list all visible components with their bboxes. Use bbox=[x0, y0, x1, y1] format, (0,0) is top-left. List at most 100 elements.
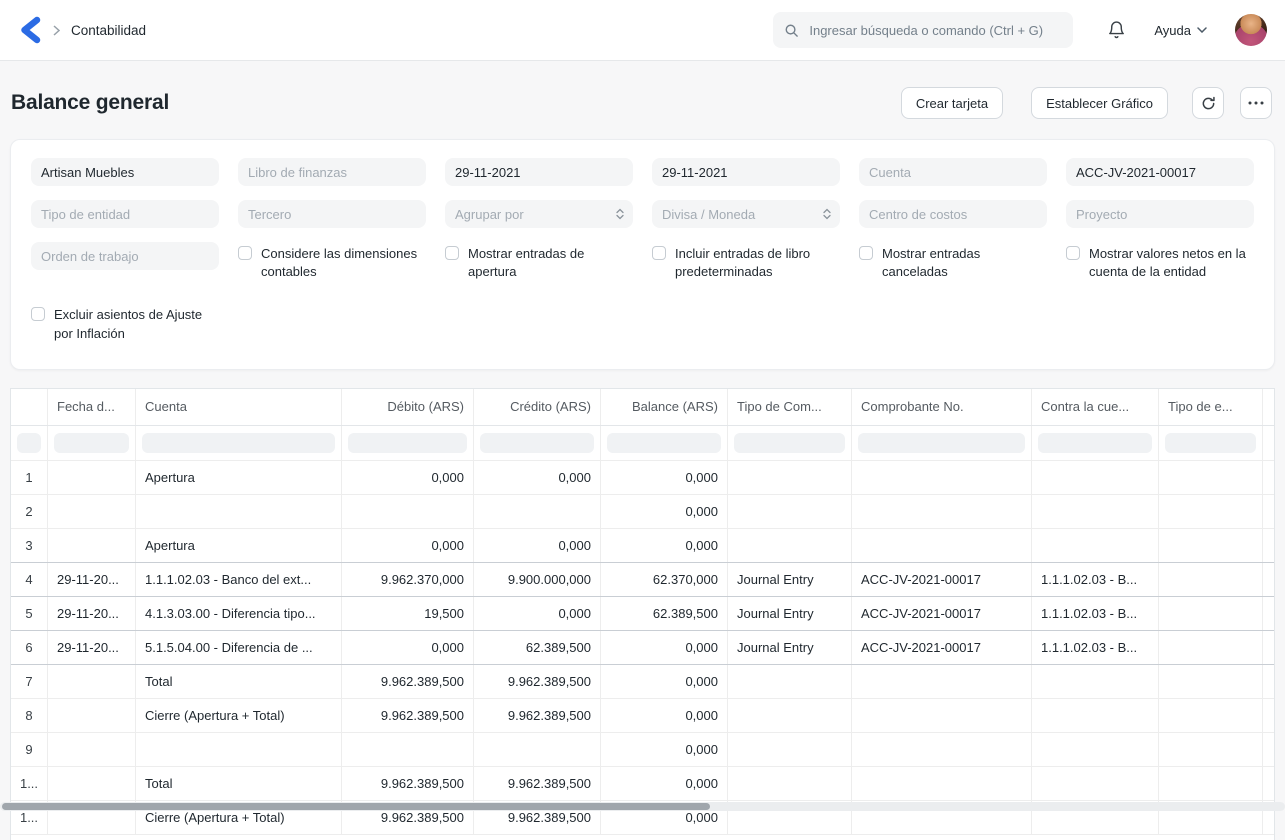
cell-tipo_com[interactable] bbox=[728, 528, 852, 562]
party-filter-input[interactable] bbox=[238, 200, 426, 228]
column-header-debito[interactable]: Débito (ARS) bbox=[342, 388, 474, 425]
cell-fecha[interactable] bbox=[48, 698, 136, 732]
cell-contra[interactable]: 1.1.1.02.03 - B... bbox=[1032, 630, 1159, 664]
column-header-contra[interactable]: Contra la cue... bbox=[1032, 388, 1159, 425]
cell-debito[interactable]: 19,500 bbox=[342, 596, 474, 630]
column-filter-input-tipo_e[interactable] bbox=[1165, 432, 1256, 453]
to-date-filter-input[interactable] bbox=[652, 158, 840, 186]
group-by-select[interactable] bbox=[445, 200, 633, 228]
cell-tipo_com[interactable] bbox=[728, 698, 852, 732]
cell-idx[interactable]: 3 bbox=[11, 528, 48, 562]
column-filter-input-idx[interactable] bbox=[17, 432, 41, 453]
cell-idx[interactable]: 7 bbox=[11, 664, 48, 698]
cell-cuenta[interactable]: 4.1.3.03.00 - Diferencia tipo... bbox=[136, 596, 342, 630]
checkbox-input[interactable] bbox=[1066, 246, 1080, 260]
cell-fecha[interactable]: 29-11-20... bbox=[48, 562, 136, 596]
column-header-tipo_e[interactable]: Tipo de e... bbox=[1159, 388, 1263, 425]
cell-tipo_e[interactable] bbox=[1159, 460, 1263, 494]
cell-tipo_com[interactable]: Journal Entry bbox=[728, 596, 852, 630]
checkbox-input[interactable] bbox=[652, 246, 666, 260]
party-type-filter-input[interactable] bbox=[31, 200, 219, 228]
cell-tipo_com[interactable]: Journal Entry bbox=[728, 562, 852, 596]
cell-idx[interactable]: 8 bbox=[11, 698, 48, 732]
cell-idx[interactable]: 6 bbox=[11, 630, 48, 664]
column-header-credito[interactable]: Crédito (ARS) bbox=[474, 388, 601, 425]
notifications-bell-icon[interactable] bbox=[1107, 20, 1126, 40]
cell-credito[interactable] bbox=[474, 494, 601, 528]
cell-credito[interactable]: 9.900.000,000 bbox=[474, 562, 601, 596]
cell-idx[interactable]: 1... bbox=[11, 766, 48, 800]
cell-contra[interactable]: 1.1.1.02.03 - B... bbox=[1032, 596, 1159, 630]
more-menu-button[interactable] bbox=[1240, 87, 1272, 119]
column-filter-input-credito[interactable] bbox=[480, 432, 594, 453]
help-menu[interactable]: Ayuda bbox=[1154, 23, 1207, 38]
cell-fecha[interactable] bbox=[48, 494, 136, 528]
cell-balance[interactable]: 0,000 bbox=[601, 732, 728, 766]
cell-cuenta[interactable]: 5.1.5.04.00 - Diferencia de ... bbox=[136, 630, 342, 664]
create-card-button[interactable]: Crear tarjeta bbox=[900, 87, 1004, 119]
breadcrumb[interactable]: Contabilidad bbox=[71, 23, 146, 38]
cell-debito[interactable]: 9.962.370,000 bbox=[342, 562, 474, 596]
cell-idx[interactable]: 1 bbox=[11, 460, 48, 494]
cell-debito[interactable]: 9.962.389,500 bbox=[342, 766, 474, 800]
cell-tipo_com[interactable] bbox=[728, 766, 852, 800]
group-by-select-input[interactable] bbox=[445, 200, 633, 228]
currency-select-input[interactable] bbox=[652, 200, 840, 228]
cell-contra[interactable] bbox=[1032, 732, 1159, 766]
set-chart-button[interactable]: Establecer Gráfico bbox=[1031, 87, 1168, 119]
column-filter-input-tipo_com[interactable] bbox=[734, 432, 845, 453]
cell-idx[interactable]: 2 bbox=[11, 494, 48, 528]
column-header-tipo_com[interactable]: Tipo de Com... bbox=[728, 388, 852, 425]
checkbox-exclude-inflation-adjustment[interactable]: Excluir asientos de Ajuste por Inflación bbox=[31, 303, 219, 342]
cell-tipo_e[interactable] bbox=[1159, 562, 1263, 596]
cell-tipo_e[interactable] bbox=[1159, 664, 1263, 698]
cell-idx[interactable]: 5 bbox=[11, 596, 48, 630]
column-filter-input-cuenta[interactable] bbox=[142, 432, 335, 453]
column-filter-input-balance[interactable] bbox=[607, 432, 721, 453]
cell-idx[interactable]: 9 bbox=[11, 732, 48, 766]
cell-tipo_e[interactable] bbox=[1159, 494, 1263, 528]
cell-tipo_com[interactable] bbox=[728, 460, 852, 494]
cell-comprobante[interactable] bbox=[852, 460, 1032, 494]
cell-contra[interactable] bbox=[1032, 528, 1159, 562]
cell-tipo_e[interactable] bbox=[1159, 630, 1263, 664]
cell-cuenta[interactable] bbox=[136, 494, 342, 528]
cell-cuenta[interactable]: Apertura bbox=[136, 460, 342, 494]
cell-comprobante[interactable] bbox=[852, 732, 1032, 766]
cell-fecha[interactable] bbox=[48, 732, 136, 766]
cell-fecha[interactable]: 29-11-20... bbox=[48, 630, 136, 664]
horizontal-scrollbar-thumb[interactable] bbox=[2, 803, 710, 810]
column-header-cuenta[interactable]: Cuenta bbox=[136, 388, 342, 425]
cell-balance[interactable]: 0,000 bbox=[601, 698, 728, 732]
cell-balance[interactable]: 0,000 bbox=[601, 460, 728, 494]
cell-tipo_e[interactable] bbox=[1159, 732, 1263, 766]
cell-debito[interactable]: 0,000 bbox=[342, 630, 474, 664]
cell-balance[interactable]: 0,000 bbox=[601, 766, 728, 800]
checkbox-show-net-values[interactable]: Mostrar valores netos en la cuenta de la… bbox=[1066, 242, 1254, 281]
cell-contra[interactable] bbox=[1032, 460, 1159, 494]
cell-comprobante[interactable] bbox=[852, 664, 1032, 698]
cell-tipo_e[interactable] bbox=[1159, 766, 1263, 800]
cell-tipo_com[interactable] bbox=[728, 732, 852, 766]
cell-balance[interactable]: 0,000 bbox=[601, 630, 728, 664]
cell-fecha[interactable] bbox=[48, 528, 136, 562]
finance-book-filter-input[interactable] bbox=[238, 158, 426, 186]
cell-fecha[interactable] bbox=[48, 766, 136, 800]
global-search-input[interactable] bbox=[807, 21, 1063, 39]
cell-credito[interactable]: 0,000 bbox=[474, 528, 601, 562]
voucher-no-filter-input[interactable] bbox=[1066, 158, 1254, 186]
cell-comprobante[interactable]: ACC-JV-2021-00017 bbox=[852, 596, 1032, 630]
company-filter-input[interactable] bbox=[31, 158, 219, 186]
cell-debito[interactable]: 0,000 bbox=[342, 528, 474, 562]
cell-credito[interactable]: 9.962.389,500 bbox=[474, 698, 601, 732]
checkbox-input[interactable] bbox=[238, 246, 252, 260]
cell-fecha[interactable]: 29-11-20... bbox=[48, 596, 136, 630]
project-filter-input[interactable] bbox=[1066, 200, 1254, 228]
cell-balance[interactable]: 0,000 bbox=[601, 528, 728, 562]
cell-tipo_com[interactable]: Journal Entry bbox=[728, 630, 852, 664]
from-date-filter-input[interactable] bbox=[445, 158, 633, 186]
cell-credito[interactable]: 62.389,500 bbox=[474, 630, 601, 664]
checkbox-input[interactable] bbox=[445, 246, 459, 260]
column-header-comprobante[interactable]: Comprobante No. bbox=[852, 388, 1032, 425]
currency-select[interactable] bbox=[652, 200, 840, 228]
